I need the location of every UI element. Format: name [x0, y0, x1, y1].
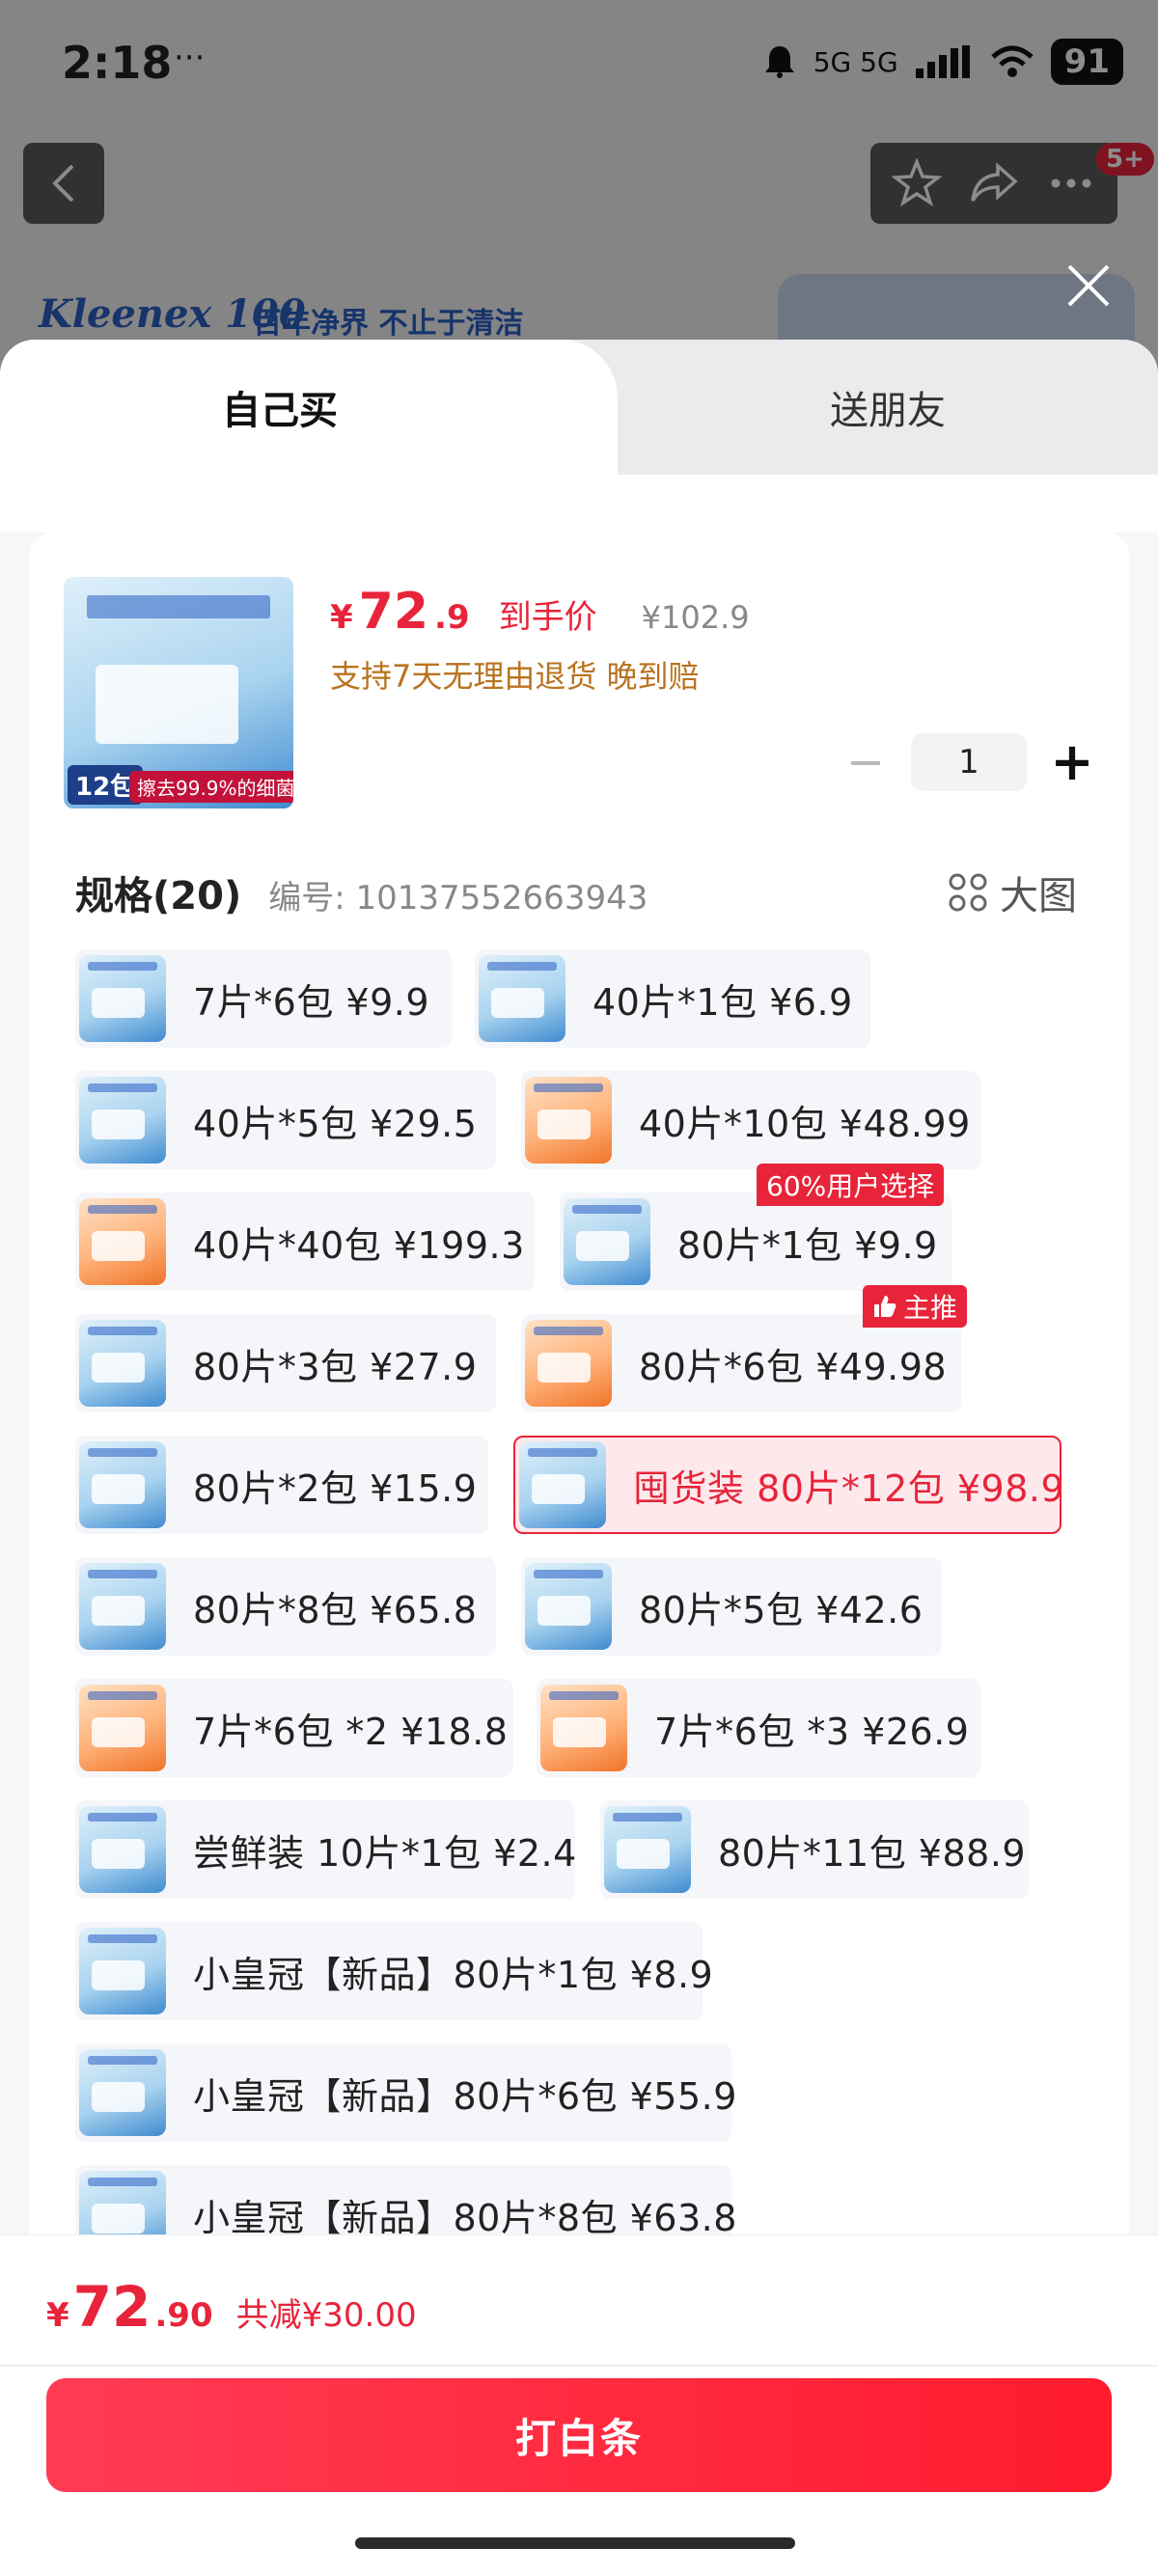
total-currency: ¥ [46, 2296, 69, 2335]
popular-badge: 60%用户选择 [757, 1164, 945, 1206]
spec-option[interactable]: 80片*2包 ¥15.9 [75, 1436, 488, 1534]
spec-code: 编号: 10137552663943 [268, 879, 648, 918]
spec-header: 规格(20) 编号: 10137552663943 [75, 864, 648, 920]
option-label: 40片*10包 ¥48.99 [639, 1102, 971, 1145]
price-currency: ¥ [330, 598, 353, 637]
option-thumbnail [525, 1320, 612, 1407]
big-image-toggle[interactable]: 大图 [948, 864, 1077, 920]
option-thumbnail [79, 1320, 166, 1407]
option-label: 80片*2包 ¥15.9 [193, 1466, 478, 1510]
original-price: ¥102.9 [641, 599, 750, 636]
option-thumbnail [79, 2049, 166, 2136]
option-label: 80片*5包 ¥42.6 [639, 1588, 924, 1631]
option-thumbnail [79, 1198, 166, 1285]
option-label: 小皇冠【新品】80片*8包 ¥63.8 [193, 2196, 737, 2239]
quantity-input[interactable]: 1 [911, 733, 1027, 791]
option-label: 小皇冠【新品】80片*6包 ¥55.9 [193, 2074, 737, 2118]
spec-option[interactable]: 80片*11包 ¥88.9 [600, 1800, 1029, 1899]
price-line: ¥ 72 .9 到手价 ¥102.9 [330, 583, 750, 641]
option-thumbnail [79, 1077, 166, 1164]
total-integer: 72 [72, 2274, 152, 2340]
spec-option[interactable]: 60%用户选择 80片*1包 ¥9.9 [560, 1164, 951, 1291]
thumbs-up-icon [874, 1296, 896, 1317]
recommended-badge-label: 主推 [903, 1292, 958, 1324]
spec-option[interactable]: 主推 80片*6包 ¥49.98 [521, 1285, 968, 1412]
option-thumbnail [540, 1685, 627, 1771]
option-thumbnail [79, 1806, 166, 1893]
option-thumbnail [479, 955, 565, 1042]
quantity-minus-button[interactable]: − [841, 738, 890, 786]
option-thumbnail [79, 1685, 166, 1771]
option-label: 7片*6包 *2 ¥18.8 [193, 1710, 509, 1753]
quantity-plus-button[interactable]: + [1048, 736, 1096, 788]
option-thumbnail [79, 955, 166, 1042]
option-label: 40片*5包 ¥29.5 [193, 1102, 478, 1145]
spec-option[interactable]: 7片*6包 *3 ¥26.9 [537, 1679, 980, 1777]
option-thumbnail [525, 1077, 612, 1164]
option-label: 小皇冠【新品】80片*1包 ¥8.9 [193, 1953, 714, 1996]
footer-divider [0, 2365, 1158, 2367]
home-indicator [355, 2537, 795, 2549]
return-policy: 支持7天无理由退货 晚到赔 [330, 658, 700, 695]
price-decimal: .9 [434, 598, 470, 637]
option-thumbnail [604, 1806, 691, 1893]
total-savings: 共减¥30.00 [235, 2296, 417, 2335]
spec-option[interactable]: 小皇冠【新品】80片*6包 ¥55.9 [75, 2043, 736, 2142]
option-label: 囤货装 80片*12包 ¥98.9 [633, 1466, 1065, 1510]
price-label: 到手价 [498, 598, 597, 637]
spec-option[interactable]: 40片*1包 ¥6.9 [475, 949, 870, 1048]
option-label: 80片*3包 ¥27.9 [193, 1345, 478, 1388]
option-label: 80片*1包 ¥9.9 [677, 1223, 938, 1267]
spec-option[interactable]: 7片*6包 ¥9.9 [75, 949, 452, 1048]
option-thumbnail [79, 1563, 166, 1650]
spec-option[interactable]: 40片*10包 ¥48.99 [521, 1071, 980, 1169]
spec-option[interactable]: 小皇冠【新品】80片*1包 ¥8.9 [75, 1922, 713, 2020]
option-thumbnail [79, 1928, 166, 2014]
tab-bar: 送朋友 自己买 [0, 340, 1158, 475]
grid-icon [949, 873, 987, 912]
spec-title: 规格(20) [75, 874, 242, 918]
option-label: 80片*11包 ¥88.9 [718, 1831, 1027, 1875]
option-label: 80片*6包 ¥49.98 [639, 1345, 948, 1388]
spec-option-selected[interactable]: 囤货装 80片*12包 ¥98.9 [513, 1436, 1065, 1534]
price-integer: 72 [358, 583, 429, 641]
option-label: 40片*40包 ¥199.3 [193, 1223, 525, 1267]
tab-self-label: 自己买 [222, 389, 338, 433]
option-label: 尝鲜装 10片*1包 ¥2.4 [193, 1831, 577, 1875]
option-thumbnail [519, 1441, 606, 1528]
option-label: 7片*6包 ¥9.9 [193, 980, 430, 1024]
total-decimal: .90 [154, 2296, 213, 2335]
total-price: ¥ 72 .90 共减¥30.00 [46, 2274, 417, 2340]
tab-content-top [0, 475, 1158, 533]
big-image-label: 大图 [1000, 874, 1077, 918]
spec-option[interactable]: 40片*5包 ¥29.5 [75, 1071, 496, 1169]
product-image-tagline: 擦去99.9%的细菌 [129, 771, 293, 803]
spec-option[interactable]: 40片*40包 ¥199.3 [75, 1192, 535, 1291]
quantity-stepper: − 1 + [841, 733, 1096, 791]
spec-option[interactable]: 80片*5包 ¥42.6 [521, 1557, 942, 1656]
checkout-footer: ¥ 72 .90 共减¥30.00 打白条 [0, 2234, 1158, 2576]
option-thumbnail [79, 1441, 166, 1528]
spec-option[interactable]: 80片*3包 ¥27.9 [75, 1314, 496, 1412]
option-label: 7片*6包 *3 ¥26.9 [654, 1710, 970, 1753]
recommended-badge: 主推 [863, 1285, 968, 1328]
spec-option[interactable]: 尝鲜装 10片*1包 ¥2.4 [75, 1800, 577, 1899]
option-label: 80片*8包 ¥65.8 [193, 1588, 478, 1631]
spec-option[interactable]: 7片*6包 *2 ¥18.8 [75, 1679, 513, 1777]
option-thumbnail [525, 1563, 612, 1650]
option-label: 40片*1包 ¥6.9 [593, 980, 853, 1024]
close-icon[interactable] [1062, 259, 1116, 313]
tab-gift-label: 送朋友 [830, 389, 946, 433]
spec-option[interactable]: 80片*8包 ¥65.8 [75, 1557, 496, 1656]
tab-self[interactable]: 自己买 [0, 340, 618, 475]
option-thumbnail [564, 1198, 650, 1285]
baitiao-pay-button[interactable]: 打白条 [46, 2378, 1112, 2492]
product-image[interactable]: 12包 擦去99.9%的细菌 [64, 577, 293, 808]
tab-gift[interactable]: 送朋友 [618, 340, 1158, 475]
